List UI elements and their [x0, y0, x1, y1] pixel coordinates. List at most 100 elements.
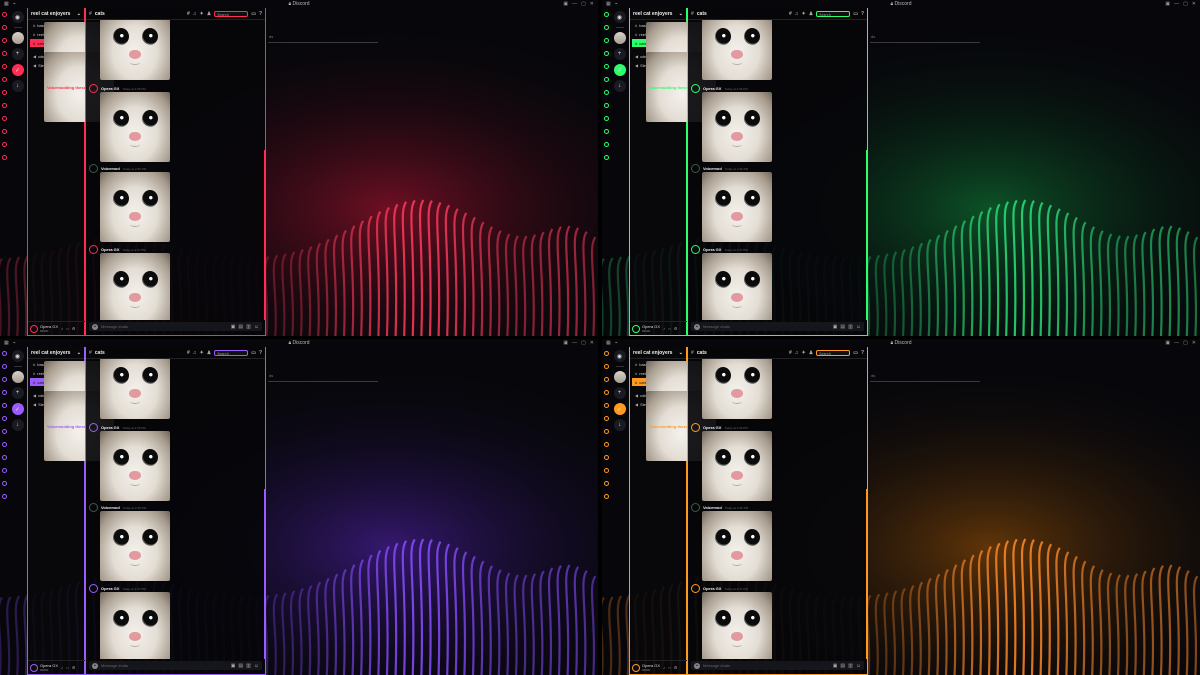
server-header[interactable]: reel cat enjoyers ⌄: [630, 347, 686, 359]
opera-sidebar-icon[interactable]: [604, 142, 609, 147]
headphones-icon[interactable]: ∩: [668, 665, 671, 670]
opera-sidebar-icon[interactable]: [2, 25, 7, 30]
inbox-icon[interactable]: ▭: [251, 11, 256, 17]
download-icon[interactable]: ↓: [11, 419, 24, 431]
close-button[interactable]: ✕: [590, 340, 594, 346]
members-icon[interactable]: ♟: [207, 350, 211, 356]
explore-icon[interactable]: ✓: [613, 64, 626, 76]
opera-sidebar-icon[interactable]: [604, 129, 609, 134]
author-avatar[interactable]: [691, 584, 700, 593]
gift-icon[interactable]: ▣: [231, 663, 236, 669]
opera-sidebar-icon[interactable]: [2, 129, 7, 134]
cat-photo[interactable]: [100, 592, 170, 659]
close-button[interactable]: ✕: [1192, 1, 1196, 7]
pin-icon[interactable]: ⌁: [615, 340, 618, 346]
microphone-icon[interactable]: ♪: [663, 326, 665, 331]
server-avatar[interactable]: [613, 32, 626, 44]
minimize-button[interactable]: —: [1174, 340, 1179, 346]
emoji-icon[interactable]: ☺: [254, 663, 259, 669]
message-author[interactable]: Opera GX: [101, 425, 119, 430]
headphones-icon[interactable]: ∩: [66, 665, 69, 670]
opera-sidebar-icon[interactable]: [2, 12, 7, 17]
bell-icon[interactable]: ♫: [193, 11, 197, 17]
opera-sidebar-icon[interactable]: [604, 416, 609, 421]
headphones-icon[interactable]: ∩: [66, 326, 69, 331]
server-avatar[interactable]: [613, 371, 626, 383]
grid-icon[interactable]: ▦: [606, 1, 611, 7]
threads-icon[interactable]: #: [789, 350, 792, 356]
message-author[interactable]: Opera GX: [101, 247, 119, 252]
pin-icon[interactable]: ⌁: [13, 1, 16, 7]
opera-sidebar-icon[interactable]: [2, 442, 7, 447]
bell-icon[interactable]: ♫: [193, 350, 197, 356]
members-icon[interactable]: ♟: [207, 11, 211, 17]
message-author[interactable]: Opera GX: [703, 247, 721, 252]
cat-photo[interactable]: [100, 511, 170, 581]
message-composer[interactable]: + Message #cats ▣ ▤ ▥ ☺: [89, 322, 262, 331]
avatar[interactable]: [30, 324, 38, 333]
opera-sidebar-icon[interactable]: [2, 64, 7, 69]
attach-plus-icon[interactable]: +: [92, 323, 98, 330]
microphone-icon[interactable]: ♪: [663, 665, 665, 670]
pin-icon[interactable]: ✦: [802, 11, 806, 17]
sticker-icon[interactable]: ▥: [246, 663, 251, 669]
author-avatar[interactable]: [89, 423, 98, 432]
explore-icon[interactable]: ✓: [613, 403, 626, 415]
opera-sidebar-icon[interactable]: [2, 455, 7, 460]
discord-home-icon[interactable]: ◉: [613, 350, 626, 362]
opera-sidebar-icon[interactable]: [2, 481, 7, 486]
pin-icon[interactable]: ⌁: [615, 1, 618, 7]
grid-icon[interactable]: ▦: [4, 1, 9, 7]
author-avatar[interactable]: [89, 245, 98, 254]
inbox-icon[interactable]: ▭: [853, 11, 858, 17]
snapshot-icon[interactable]: ▣: [563, 1, 568, 7]
message-author[interactable]: Opera GX: [101, 586, 119, 591]
author-avatar[interactable]: [691, 84, 700, 93]
snapshot-icon[interactable]: ▣: [1165, 340, 1170, 346]
message-author[interactable]: Voicemod: [703, 166, 722, 171]
discord-home-icon[interactable]: ◉: [11, 350, 24, 362]
download-icon[interactable]: ↓: [11, 80, 24, 92]
emoji-icon[interactable]: ☺: [254, 324, 259, 330]
opera-sidebar-icon[interactable]: [2, 377, 7, 382]
bell-icon[interactable]: ♫: [795, 350, 799, 356]
composer-placeholder[interactable]: Message #cats: [101, 663, 128, 668]
cat-photo[interactable]: [100, 20, 170, 80]
opera-sidebar-icon[interactable]: [2, 364, 7, 369]
opera-sidebar-icon[interactable]: [604, 429, 609, 434]
inbox-icon[interactable]: ▭: [251, 350, 256, 356]
help-icon[interactable]: ?: [259, 350, 262, 356]
opera-sidebar-icon[interactable]: [604, 403, 609, 408]
opera-sidebar-icon[interactable]: [604, 455, 609, 460]
snapshot-icon[interactable]: ▣: [1165, 1, 1170, 7]
threads-icon[interactable]: #: [187, 11, 190, 17]
cat-photo[interactable]: [702, 253, 772, 320]
opera-sidebar-icon[interactable]: [604, 155, 609, 160]
opera-sidebar-icon[interactable]: [604, 364, 609, 369]
maximize-button[interactable]: ▢: [1183, 340, 1188, 346]
pin-icon[interactable]: ✦: [802, 350, 806, 356]
opera-sidebar-icon[interactable]: [604, 12, 609, 17]
scroll-accent-bar[interactable]: [866, 150, 868, 320]
message-author[interactable]: Opera GX: [703, 86, 721, 91]
opera-sidebar-icon[interactable]: [2, 468, 7, 473]
explore-icon[interactable]: ✓: [11, 403, 24, 415]
opera-sidebar-icon[interactable]: [604, 481, 609, 486]
server-avatar[interactable]: [11, 371, 24, 383]
composer-placeholder[interactable]: Message #cats: [101, 324, 128, 329]
message-author[interactable]: Voicemod: [703, 505, 722, 510]
message-author[interactable]: Opera GX: [703, 425, 721, 430]
cat-photo[interactable]: [100, 431, 170, 501]
minimize-button[interactable]: —: [1174, 1, 1179, 7]
cat-photo[interactable]: [100, 92, 170, 162]
opera-sidebar-icon[interactable]: [604, 25, 609, 30]
server-header[interactable]: reel cat enjoyers ⌄: [630, 8, 686, 20]
minimize-button[interactable]: —: [572, 1, 577, 7]
inbox-icon[interactable]: ▭: [853, 350, 858, 356]
opera-sidebar-icon[interactable]: [2, 103, 7, 108]
maximize-button[interactable]: ▢: [581, 340, 586, 346]
opera-sidebar-icon[interactable]: [604, 377, 609, 382]
bell-icon[interactable]: ♫: [795, 11, 799, 17]
opera-sidebar-icon[interactable]: [2, 351, 7, 356]
author-avatar[interactable]: [691, 245, 700, 254]
